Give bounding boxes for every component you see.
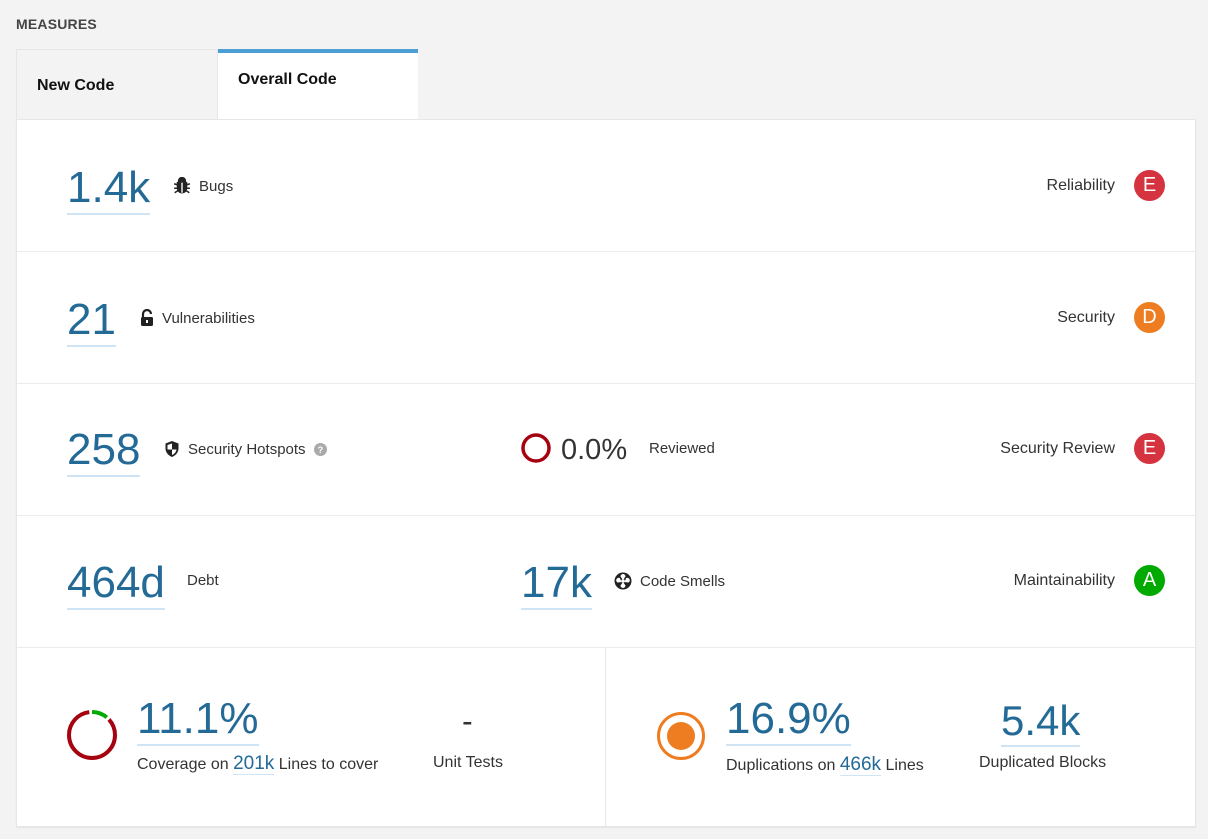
reviewed-donut-icon	[520, 432, 552, 469]
maintainability-rating[interactable]: A	[1134, 565, 1165, 596]
lines-to-cover-value[interactable]: 201k	[233, 753, 275, 775]
duplications-prefix: Duplications on	[726, 757, 836, 774]
measures-panel: 1.4k Bugs Reliability E 21 Vulnerabiliti…	[16, 119, 1196, 827]
bugs-label: Bugs	[173, 177, 233, 195]
security-rating[interactable]: D	[1134, 302, 1165, 333]
reviewed-value: 0.0%	[561, 434, 628, 466]
coverage-suffix: Lines to cover	[278, 756, 379, 773]
bugs-value[interactable]: 1.4k	[67, 166, 151, 215]
tab-overall-code-label: Overall Code	[238, 71, 337, 88]
reviewed-label: Reviewed	[649, 440, 715, 457]
coverage-value[interactable]: 11.1%	[137, 697, 259, 746]
duplications-suffix: Lines	[885, 757, 924, 774]
duplicated-lines-value[interactable]: 466k	[839, 754, 882, 776]
reliability-label: Reliability	[1046, 177, 1115, 194]
tab-overall-code[interactable]: Overall Code	[218, 49, 418, 120]
debt-value[interactable]: 464d	[67, 561, 165, 610]
bugs-label-text: Bugs	[199, 177, 234, 195]
coverage-section: 11.1% Coverage on 201k Lines to cover - …	[17, 647, 606, 826]
hotspots-value[interactable]: 258	[67, 428, 141, 477]
vulnerabilities-label-text: Vulnerabilities	[162, 309, 255, 327]
code-smell-icon	[614, 572, 632, 590]
vulnerabilities-value[interactable]: 21	[67, 298, 116, 347]
duplications-icon	[656, 711, 706, 766]
maintainability-row: 464d Debt 17k Code Smells Maintainabilit…	[17, 516, 1195, 648]
code-smells-label-text: Code Smells	[640, 572, 726, 590]
duplicated-blocks-value[interactable]: 5.4k	[1001, 700, 1081, 747]
security-row: 21 Vulnerabilities Security D	[17, 252, 1195, 384]
unit-tests-value: -	[462, 703, 473, 739]
coverage-subtitle: Coverage on 201k Lines to cover	[137, 753, 378, 775]
duplications-section: 16.9% Duplications on 466k Lines 5.4k Du…	[606, 647, 1195, 826]
hotspots-label-text: Security Hotspots	[188, 440, 306, 458]
coverage-prefix: Coverage on	[137, 756, 229, 773]
debt-label: Debt	[187, 572, 219, 589]
duplications-value[interactable]: 16.9%	[726, 697, 851, 746]
security-review-label: Security Review	[1000, 440, 1115, 457]
maintainability-label: Maintainability	[1013, 572, 1115, 589]
svg-text:?: ?	[317, 445, 323, 455]
unit-tests-label: Unit Tests	[433, 754, 503, 771]
coverage-donut-uncovered	[67, 710, 117, 760]
security-review-rating[interactable]: E	[1134, 433, 1165, 464]
tab-new-code[interactable]: New Code	[16, 49, 218, 120]
shield-icon	[164, 440, 180, 458]
question-icon[interactable]: ?	[313, 442, 327, 456]
duplications-subtitle: Duplications on 466k Lines	[726, 754, 924, 776]
hotspots-label: Security Hotspots ?	[164, 440, 327, 458]
duplicated-blocks-label: Duplicated Blocks	[979, 754, 1107, 771]
vulnerabilities-label: Vulnerabilities	[140, 309, 255, 327]
measures-heading: MEASURES	[16, 16, 97, 32]
lock-icon	[140, 309, 154, 327]
security-label: Security	[1057, 309, 1115, 326]
reliability-row: 1.4k Bugs Reliability E	[17, 120, 1195, 252]
code-smells-value[interactable]: 17k	[521, 561, 592, 610]
tab-new-code-label: New Code	[37, 77, 115, 94]
coverage-duplications-section: 11.1% Coverage on 201k Lines to cover - …	[17, 647, 1195, 826]
security-review-row: 258 Security Hotspots ? 0.0% Reviewed Se…	[17, 384, 1195, 516]
reliability-rating[interactable]: E	[1134, 170, 1165, 201]
code-smells-label: Code Smells	[614, 572, 725, 590]
coverage-donut-icon	[65, 708, 119, 767]
bug-icon	[173, 177, 191, 195]
measures-tabs: New Code Overall Code	[16, 49, 418, 120]
